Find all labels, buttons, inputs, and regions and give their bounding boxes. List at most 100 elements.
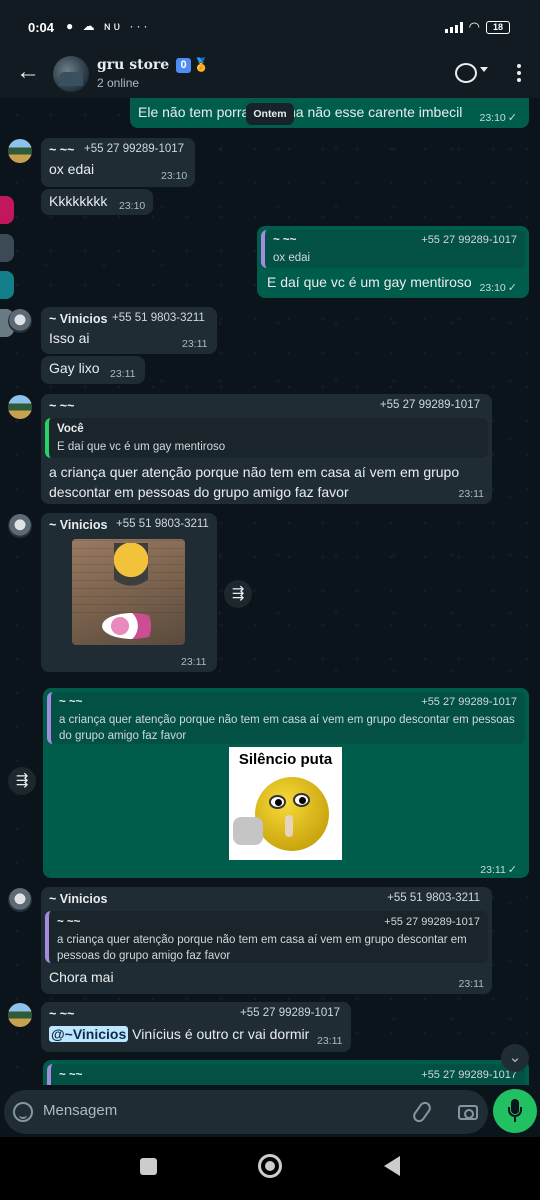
message-time: 23:11 — [110, 368, 136, 380]
system-nav-bar — [0, 1137, 540, 1200]
message-bubble[interactable]: Kkkkkkkk 23:10 — [41, 189, 153, 215]
quoted-message[interactable]: ~ ~~ +55 27 99289-1017 a criança quer at… — [45, 911, 488, 963]
sent-check-icon: ✓ — [507, 864, 517, 876]
signal-icon — [444, 21, 463, 33]
message-bubble[interactable]: ~ ~~ +55 27 99289-1017 Você E daí que vc… — [41, 394, 492, 504]
back-arrow-icon[interactable]: ← — [16, 58, 40, 86]
quote-phone: +55 27 99289-1017 — [421, 696, 517, 708]
quoted-message[interactable]: Você E daí que vc é um gay mentiroso — [45, 418, 488, 458]
sender-name[interactable]: ~ Vinicios — [49, 518, 107, 532]
sender-name[interactable]: ~ Vinicios — [49, 892, 107, 906]
quoted-message[interactable]: ~ ~~ +55 27 99289-1017 ox edai — [261, 230, 525, 268]
status-bar: 0:04 ● ☁ ɴᴜ ··· ◠ 18 — [0, 0, 540, 50]
quote-author: ~ ~~ — [59, 696, 83, 708]
forward-icon[interactable]: ⇶ — [224, 580, 252, 608]
forward-icon[interactable]: ⇶ — [8, 767, 36, 795]
emoji-icon[interactable] — [13, 1102, 33, 1122]
sender-phone: +55 27 99289-1017 — [84, 143, 185, 155]
message-bubble[interactable]: Ele não tem porra na não esse carente im… — [130, 98, 529, 128]
sender-avatar[interactable] — [8, 139, 32, 163]
quote-text: a criança quer atenção porque não tem em… — [59, 714, 515, 742]
chat-header: ← gru store 0 🏅 2 online — [0, 50, 540, 98]
sender-phone: +55 51 9803-3211 — [112, 312, 205, 324]
quote-author: ~ ~~ — [59, 1069, 83, 1081]
sent-check-icon: ✓ — [507, 282, 517, 294]
quoted-message[interactable]: ~ ~~ +55 27 99289-1017 a criança quer at… — [47, 692, 525, 744]
wifi-icon: ◠ — [468, 19, 480, 34]
sender-phone: +55 27 99289-1017 — [240, 1007, 341, 1019]
message-text: a criança quer atenção porque não tem em… — [49, 464, 460, 500]
quote-phone: +55 27 99289-1017 — [421, 1069, 517, 1081]
sticker-image[interactable]: Silêncio puta — [229, 747, 342, 860]
attach-icon[interactable] — [410, 1099, 434, 1125]
recents-icon[interactable] — [140, 1158, 157, 1175]
nav-back-icon[interactable] — [384, 1156, 400, 1176]
notification-icons: ● ☁ ɴᴜ ··· — [66, 19, 151, 33]
sender-name[interactable]: ~ Vinicios — [49, 312, 107, 326]
message-bubble[interactable]: ~ ~~ +55 27 99289-1017 ox edai 23:10 — [41, 138, 195, 187]
mic-button[interactable] — [493, 1089, 537, 1133]
message-text: Chora mai — [49, 969, 114, 985]
message-bubble[interactable]: ~ ~~ +55 27 99289-1017 ox edai E daí que… — [257, 226, 529, 298]
sticker-caption: Silêncio puta — [238, 751, 333, 768]
message-bubble[interactable]: ~ Vinicios +55 51 9803-3211 Isso ai 23:1… — [41, 307, 217, 354]
sender-avatar[interactable] — [8, 1003, 32, 1027]
message-time: 23:10 — [161, 170, 188, 182]
quote-phone: +55 27 99289-1017 — [421, 234, 517, 246]
side-bubble-2[interactable] — [0, 234, 14, 262]
quote-phone: +55 27 99289-1017 — [384, 916, 480, 928]
message-text: E daí que vc é um gay mentiroso — [267, 274, 472, 290]
sender-phone: +55 51 9803-3211 — [387, 892, 480, 904]
battery-icon: 18 — [486, 20, 510, 34]
sender-avatar[interactable] — [8, 309, 32, 333]
quote-author: Você — [57, 423, 84, 435]
message-bubble[interactable]: ~ ~~ +55 27 99289-1017 @~Vinicios Viníci… — [41, 1002, 351, 1052]
message-time: 23:11 — [181, 656, 207, 668]
group-call-icon[interactable] — [455, 63, 477, 83]
message-placeholder: Mensagem — [43, 1102, 118, 1119]
message-input[interactable]: Mensagem — [4, 1090, 488, 1134]
image-attachment[interactable] — [72, 539, 185, 645]
medal-icon: 🏅 — [193, 58, 210, 73]
date-pill: Ontem — [246, 103, 294, 125]
message-text: Isso ai — [49, 330, 90, 346]
quote-author: ~ ~~ — [57, 916, 81, 928]
message-time: 23:10 — [119, 200, 146, 212]
sender-avatar[interactable] — [8, 888, 32, 912]
message-text: Gay lixo — [49, 360, 100, 376]
status-time: 0:04 — [28, 20, 55, 35]
scroll-down-icon[interactable]: ⌄ — [501, 1044, 529, 1072]
mention-link[interactable]: @~Vinicios — [49, 1026, 129, 1042]
message-time: 23:11 — [182, 338, 208, 350]
status-right: ◠ 18 — [444, 19, 510, 35]
sender-name[interactable]: ~ ~~ — [49, 399, 74, 413]
message-bubble[interactable]: ~ Vinicios +55 51 9803-3211 ~ ~~ +55 27 … — [41, 887, 492, 994]
group-name: gru store — [97, 57, 170, 73]
quote-text: a criança quer atenção porque não tem em… — [57, 934, 467, 962]
call-dropdown-icon[interactable] — [480, 67, 488, 72]
group-avatar[interactable] — [53, 56, 89, 92]
message-bubble[interactable]: Gay lixo 23:11 — [41, 356, 145, 384]
quote-text: ox edai — [273, 252, 311, 264]
online-count: 2 online — [97, 76, 140, 90]
sender-phone: +55 27 99289-1017 — [379, 399, 480, 411]
message-time: 23:11 ✓ — [480, 864, 517, 876]
group-title[interactable]: gru store 0 🏅 — [97, 57, 209, 73]
side-bubble-1[interactable] — [0, 196, 14, 224]
sender-name[interactable]: ~ ~~ — [49, 143, 74, 157]
sent-check-icon: ✓ — [507, 112, 517, 124]
sender-name[interactable]: ~ ~~ — [49, 1007, 74, 1021]
message-text: @~Vinicios Vinícius é outro cr vai dormi… — [49, 1026, 310, 1042]
sender-avatar[interactable] — [8, 514, 32, 538]
message-text: na não esse carente imbecil — [288, 104, 463, 120]
message-text: Ele não tem porra — [138, 104, 250, 120]
message-time: 23:10 ✓ — [479, 282, 518, 294]
home-icon[interactable] — [258, 1154, 282, 1178]
sender-avatar[interactable] — [8, 395, 32, 419]
side-bubble-3[interactable] — [0, 271, 14, 299]
message-time: 23:11 — [317, 1035, 343, 1047]
camera-icon[interactable] — [458, 1105, 478, 1120]
more-options-icon[interactable] — [512, 62, 526, 86]
message-text: ox edai — [49, 161, 95, 177]
message-time: 23:11 — [458, 978, 485, 990]
